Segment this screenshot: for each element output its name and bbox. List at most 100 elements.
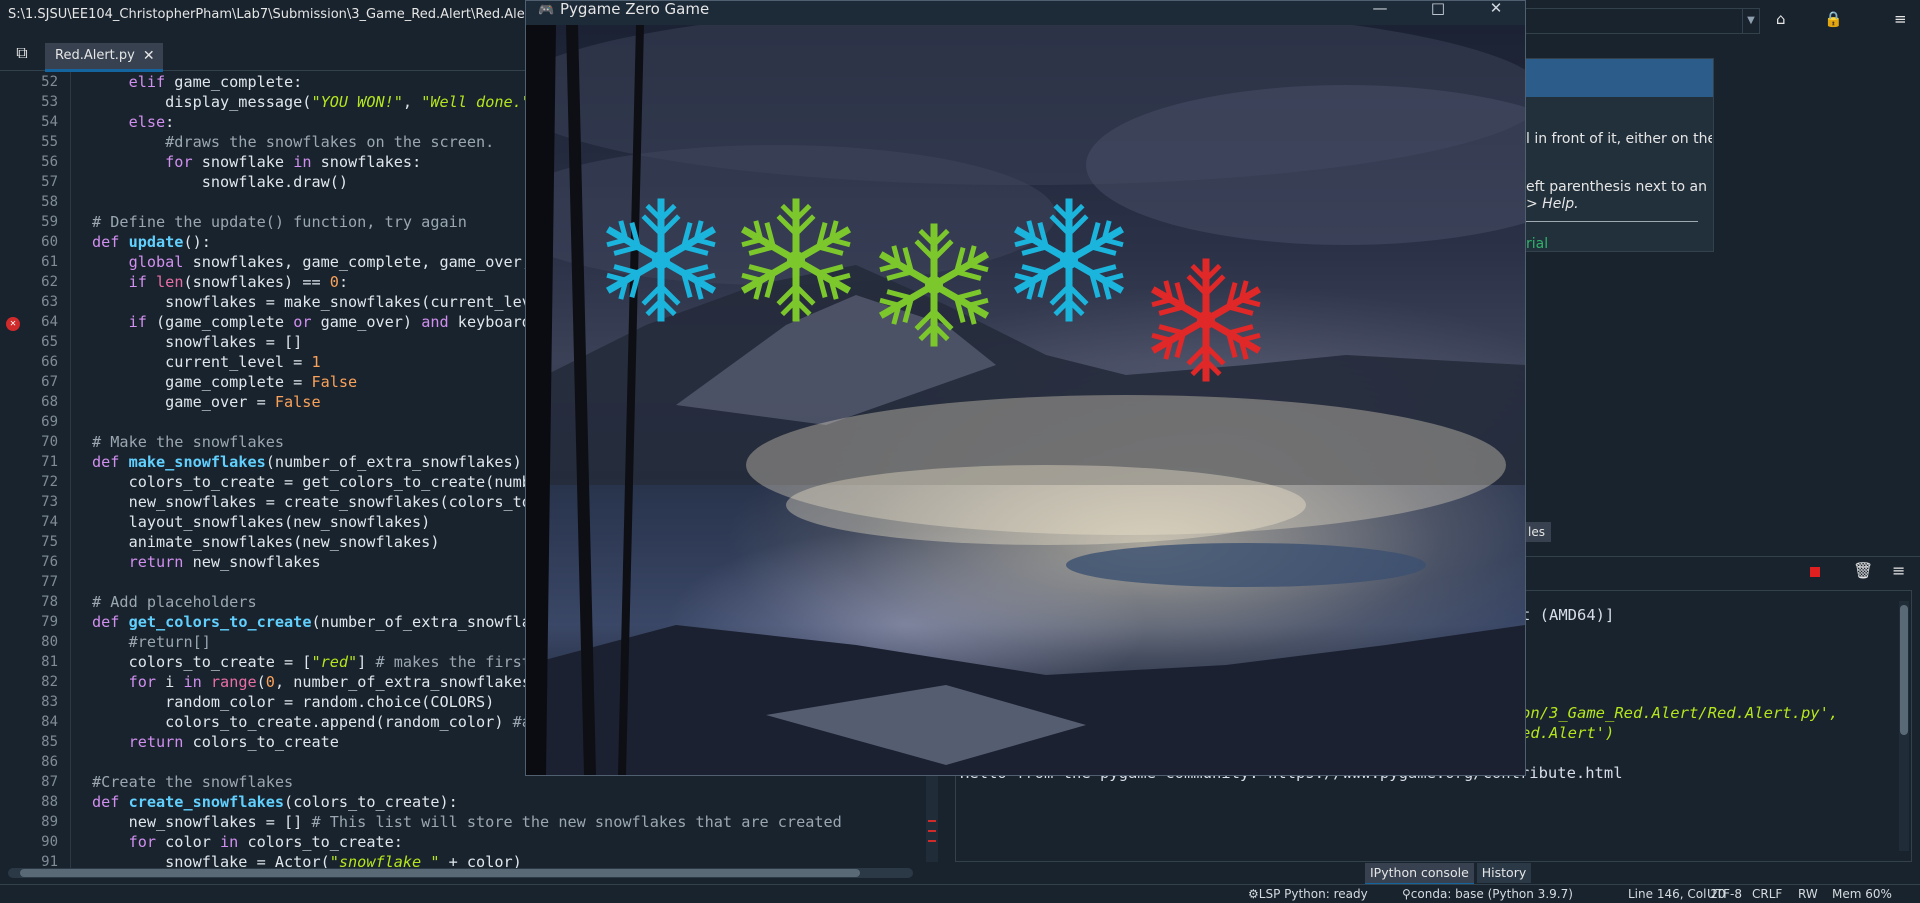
minimize-icon[interactable]: — [1351, 1, 1409, 25]
console-output-line: on/3_Game_Red.Alert/Red.Alert.py', [1521, 704, 1839, 722]
lsp-status: ⚙ LSP Python: ready [1248, 887, 1368, 901]
status-bar: ⚙ LSP Python: ready ⚲ conda: base (Pytho… [0, 884, 1920, 903]
code-line: colors_to_create = ["red"] # makes the f… [92, 653, 531, 671]
console-tabs: IPython console History [1365, 863, 1532, 885]
line-number: 64 [41, 314, 58, 330]
divider [1526, 221, 1698, 222]
line-number: 74 [41, 514, 58, 530]
line-number: 52 [41, 74, 58, 90]
close-tab-icon[interactable]: ✕ [143, 44, 155, 68]
code-line: random_color = random.choice(COLORS) [92, 693, 495, 711]
tab-red-alert[interactable]: Red.Alert.py ✕ [45, 43, 163, 72]
home-icon[interactable]: ⌂ [1776, 10, 1786, 28]
trash-icon[interactable]: 🗑 [1853, 561, 1873, 580]
line-number: 65 [41, 334, 58, 350]
tab-ipython-console[interactable]: IPython console [1365, 863, 1474, 885]
help-source-combo[interactable]: ▼ [1524, 8, 1760, 34]
code-line: animate_snowflakes(new_snowflakes) [92, 533, 440, 551]
browse-tabs-icon[interactable]: ⧉ [10, 41, 34, 65]
console-scrollbar[interactable] [1899, 601, 1909, 851]
options-menu-icon[interactable]: ≡ [1894, 10, 1907, 28]
line-number: 70 [41, 434, 58, 450]
line-number: 77 [41, 574, 58, 590]
line-number: 81 [41, 654, 58, 670]
close-icon[interactable]: ✕ [1467, 1, 1525, 25]
console-output-line: ed.Alert') [1521, 724, 1615, 742]
help-text: > Help. [1526, 196, 1579, 212]
code-line: # Make the snowflakes [92, 433, 285, 451]
line-number: 85 [41, 734, 58, 750]
code-line: colors_to_create = get_colors_to_create(… [92, 473, 531, 491]
line-number: 91 [41, 854, 58, 870]
pygame-window[interactable]: 🎮 Pygame Zero Game — □ ✕ [525, 0, 1526, 776]
code-line: #Create the snowflakes [92, 773, 294, 791]
help-card-header [1526, 59, 1713, 97]
code-line: layout_snowflakes(new_snowflakes) [92, 513, 431, 531]
line-number: 72 [41, 474, 58, 490]
stop-icon[interactable] [1810, 567, 1820, 577]
line-number: 86 [41, 754, 58, 770]
line-number: 76 [41, 554, 58, 570]
code-line: # Define the update() function, try agai… [92, 213, 467, 231]
help-text: eft parenthesis next to an [1526, 179, 1707, 195]
lock-icon[interactable]: 🔒 [1824, 10, 1843, 28]
code-line: for color in colors_to_create: [128, 833, 403, 851]
help-pane: l in front of it, either on the eft pare… [1524, 42, 1920, 546]
tutorial-link[interactable]: rial [1526, 236, 1548, 252]
code-line: snowflake.draw() [92, 173, 349, 191]
snowflake[interactable] [1148, 258, 1264, 382]
code-line: def update(): [92, 233, 211, 251]
code-line: def get_colors_to_create(number_of_extra… [92, 613, 531, 631]
code-line: global snowflakes, game_complete, game_o… [128, 253, 531, 271]
pygame-title: Pygame Zero Game [560, 0, 710, 18]
code-line: # Add placeholders [92, 593, 257, 611]
code-line: if len(snowflakes) == 0: [128, 273, 349, 291]
game-scene [526, 5, 1525, 775]
warning-marker [928, 840, 936, 842]
line-number: 66 [41, 354, 58, 370]
lsp-status-text: LSP Python: ready [1258, 887, 1368, 901]
tab-label: Red.Alert.py [55, 48, 135, 63]
line-number: 82 [41, 674, 58, 690]
chevron-down-icon[interactable]: ▼ [1742, 9, 1759, 33]
game-canvas[interactable] [526, 5, 1525, 775]
line-number: 62 [41, 274, 58, 290]
tab-variables[interactable]: les [1524, 522, 1551, 542]
line-number: 55 [41, 134, 58, 150]
line-number: 71 [41, 454, 58, 470]
line-number: 80 [41, 634, 58, 650]
options-menu-icon[interactable]: ≡ [1892, 561, 1905, 580]
maximize-icon[interactable]: □ [1409, 1, 1467, 25]
line-number: 84 [41, 714, 58, 730]
editor-horizontal-scrollbar[interactable] [8, 868, 913, 878]
code-line: display_message("YOU WON!", "Well done." [92, 93, 531, 111]
code-line: colors_to_create.append(random_color) #a [92, 713, 531, 731]
code-line: for i in range(0, number_of_extra_snowfl… [128, 673, 531, 691]
code-line: new_snowflakes = create_snowflakes(color… [92, 493, 531, 511]
pygame-window-controls: — □ ✕ [1351, 1, 1525, 25]
pygame-title-bar[interactable]: 🎮 Pygame Zero Game — □ ✕ [526, 1, 1525, 25]
line-number: 57 [41, 174, 58, 190]
warning-marker [928, 830, 936, 832]
line-number: 58 [41, 194, 58, 210]
scroll-thumb[interactable] [20, 869, 860, 877]
line-numbers: 52 53 54 55 56 57 58 59 60 61 62 63 64 65 66 67 68 69 70 71… [0, 72, 70, 870]
code-line: #return[] [128, 633, 211, 651]
line-number: 83 [41, 694, 58, 710]
line-number: 54 [41, 114, 58, 130]
tab-history[interactable]: History [1476, 863, 1532, 883]
scroll-thumb[interactable] [1900, 605, 1908, 735]
line-number: 73 [41, 494, 58, 510]
help-toolbar: ▼ ⌂ 🔒 ≡ [1524, 0, 1920, 40]
warning-marker [928, 820, 936, 822]
line-number: 90 [41, 834, 58, 850]
line-number: 89 [41, 814, 58, 830]
line-number: 56 [41, 154, 58, 170]
rw-mode: RW [1798, 887, 1818, 901]
gamepad-icon: 🎮 [538, 3, 555, 18]
help-pane-tabs: les [1524, 522, 1920, 546]
line-number: 67 [41, 374, 58, 390]
code-line: def make_snowflakes(number_of_extra_snow… [92, 453, 531, 471]
code-line: else: [128, 113, 175, 131]
line-number: 59 [41, 214, 58, 230]
